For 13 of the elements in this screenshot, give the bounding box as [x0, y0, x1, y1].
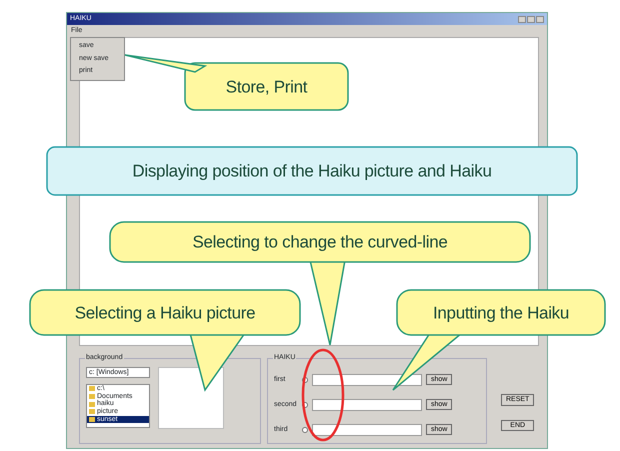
maximize-button[interactable] — [527, 16, 535, 22]
close-button[interactable] — [536, 16, 544, 22]
callout-text: Store, Print — [226, 76, 308, 98]
input-field[interactable] — [312, 424, 422, 436]
callout-text: Displaying position of the Haiku picture and Haiku — [132, 160, 492, 182]
input-field[interactable] — [312, 374, 422, 386]
input-field[interactable] — [312, 398, 422, 410]
radio-button[interactable] — [302, 426, 308, 432]
minimize-button[interactable] — [518, 16, 526, 22]
callout-text: Selecting a Haiku picture — [74, 302, 256, 324]
callout-text: Selecting to change the curved-line — [192, 231, 448, 254]
callout-text: Inputting the Haiku — [432, 302, 570, 324]
picture-preview — [158, 367, 224, 429]
